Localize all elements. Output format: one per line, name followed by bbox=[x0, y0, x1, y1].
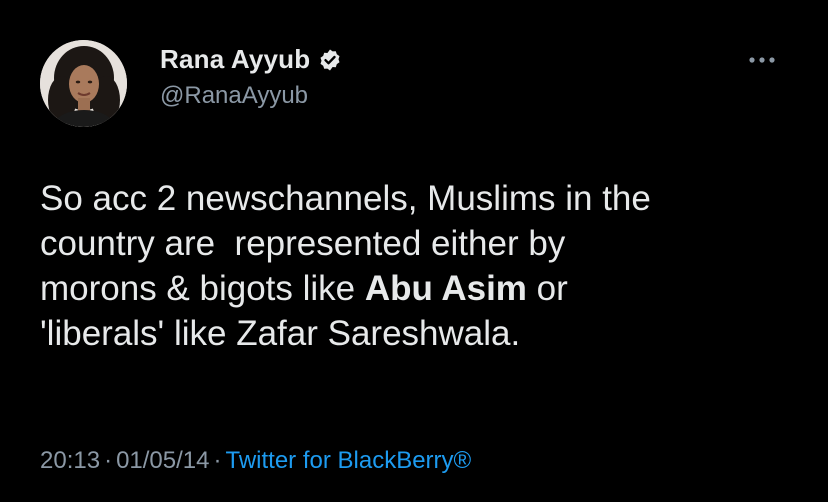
author-handle[interactable]: @RanaAyyub bbox=[160, 82, 308, 110]
verified-badge-icon bbox=[318, 48, 342, 72]
more-options-icon[interactable] bbox=[744, 48, 780, 72]
tweet-time[interactable]: 20:13 bbox=[40, 447, 100, 474]
tweet-text-line-3b: or bbox=[526, 269, 568, 308]
tweet-source-link[interactable]: Twitter for BlackBerry® bbox=[225, 447, 471, 474]
tweet: Rana Ayyub @RanaAyyub So acc 2 newschann… bbox=[0, 0, 828, 502]
author-name-row[interactable]: Rana Ayyub bbox=[160, 44, 342, 75]
tweet-text-line-2: country are represented either by bbox=[40, 224, 566, 263]
meta-separator: · bbox=[104, 447, 113, 474]
tweet-date[interactable]: 01/05/14 bbox=[116, 447, 209, 474]
meta-separator: · bbox=[213, 447, 222, 474]
profile-photo-icon bbox=[40, 40, 127, 127]
avatar[interactable] bbox=[40, 40, 127, 127]
tweet-text-line-1: So acc 2 newschannels, Muslims in the bbox=[40, 179, 651, 218]
tweet-text-line-4: 'liberals' like Zafar Sareshwala. bbox=[40, 314, 521, 353]
author-display-name[interactable]: Rana Ayyub bbox=[160, 44, 310, 75]
tweet-text-line-3a: morons & bigots like bbox=[40, 269, 365, 308]
tweet-text-bold-name: Abu Asim bbox=[364, 269, 527, 308]
tweet-text: So acc 2 newschannels, Muslims in the co… bbox=[40, 176, 800, 356]
tweet-meta: 20:13 · 01/05/14 · Twitter for BlackBerry® bbox=[40, 447, 471, 475]
